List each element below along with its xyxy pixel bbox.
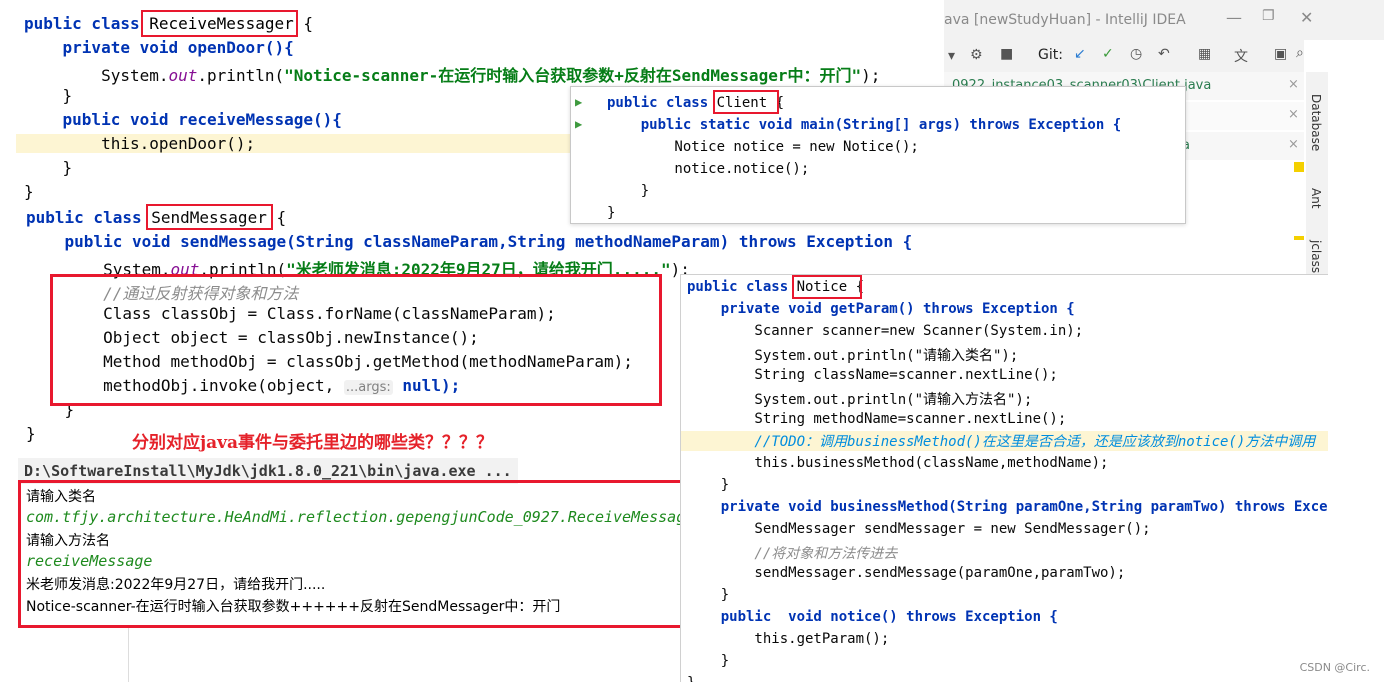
- project-structure-icon[interactable]: ▦: [1198, 46, 1211, 62]
- notice-highlight: [792, 275, 862, 299]
- database-tool[interactable]: Database: [1309, 94, 1323, 151]
- client-code: ▶ ▶ public class Client { public static …: [570, 86, 1186, 224]
- keyword: public class: [607, 95, 717, 111]
- send-messager-highlight: [146, 204, 273, 230]
- window-title: ava [newStudyHuan] - IntelliJ IDEA: [944, 12, 1186, 28]
- code-line: }: [687, 587, 730, 603]
- code-line: }: [687, 653, 730, 669]
- code-line: public static void main(String[] args) t…: [607, 117, 1122, 133]
- ide-title-bar: ava [newStudyHuan] - IntelliJ IDEA — ❐ ✕: [944, 0, 1384, 40]
- tab-close-icon[interactable]: ×: [1288, 137, 1299, 152]
- restore-icon[interactable]: ❐: [1262, 8, 1275, 24]
- code-line: }: [607, 183, 650, 199]
- code-line: }: [26, 424, 36, 443]
- code-line: SendMessager sendMessager = new SendMess…: [687, 521, 1151, 537]
- code-line: Notice notice = new Notice();: [607, 139, 919, 155]
- string-literal: "Notice-scanner-在运行时输入台获取参数+反射在SendMessa…: [284, 66, 862, 85]
- git-update-icon[interactable]: ↙: [1074, 46, 1086, 62]
- git-commit-icon[interactable]: ✓: [1102, 46, 1114, 62]
- ant-tool[interactable]: Ant: [1309, 188, 1323, 209]
- todo-comment-line: //TODO：调用businessMethod()在这里是否合适，还是应该放到n…: [681, 431, 1328, 451]
- receive-messager-highlight: [141, 10, 298, 37]
- java-command: D:\SoftwareInstall\MyJdk\jdk1.8.0_221\bi…: [24, 462, 512, 480]
- terminal-icon[interactable]: ▣: [1274, 46, 1287, 62]
- notice-code: public class Notice { private void getPa…: [680, 274, 1328, 682]
- build-icon[interactable]: ⚙: [970, 47, 983, 63]
- question-annotation: 分别对应java事件与委托里边的哪些类？？？？: [132, 433, 494, 453]
- code-text: );: [861, 66, 881, 85]
- warning-marker: [1294, 162, 1304, 172]
- history-icon[interactable]: ◷: [1130, 46, 1142, 62]
- code-line: this.businessMethod(className,methodName…: [687, 455, 1109, 471]
- run-icon[interactable]: ▶: [575, 95, 582, 109]
- run-icon[interactable]: ▶: [575, 117, 582, 131]
- code-line: notice.notice();: [607, 161, 810, 177]
- code-line: this.getParam();: [687, 631, 890, 647]
- tab-close-icon[interactable]: ×: [1288, 107, 1299, 122]
- keyword: public class: [26, 208, 152, 227]
- code-line: System.out.println("请输入方法名");: [687, 392, 1033, 408]
- code-line: private void getParam() throws Exception…: [687, 301, 1075, 317]
- code-line: String methodName=scanner.nextLine();: [687, 411, 1067, 427]
- code-line: public void notice() throws Exception {: [687, 609, 1058, 625]
- code-line: }: [687, 477, 730, 493]
- code-line: System.out.println("请输入类名");: [687, 348, 1019, 364]
- code-line: public void sendMessage(String className…: [26, 232, 913, 251]
- minimize-icon[interactable]: —: [1226, 8, 1242, 27]
- code-line: sendMessager.sendMessage(paramOne,paramT…: [687, 565, 1126, 581]
- code-line: public void receiveMessage(){: [24, 110, 342, 129]
- console-output-highlight: [18, 480, 686, 628]
- comment-line: //将对象和方法传进去: [687, 546, 898, 562]
- console-scroll-strip: [128, 628, 129, 682]
- right-tool-strip: Database Ant jclass: [1306, 72, 1328, 292]
- dropdown-icon[interactable]: ▾: [948, 48, 955, 64]
- code-line: }: [607, 205, 616, 221]
- git-label: Git:: [1038, 47, 1063, 63]
- code-line: System.out.println("Notice-scanner-在运行时输…: [24, 62, 880, 86]
- tab-close-icon[interactable]: ×: [1288, 77, 1299, 92]
- code-line: String className=scanner.nextLine();: [687, 367, 1058, 383]
- keyword: public class: [24, 14, 150, 33]
- code-line: }: [24, 182, 34, 201]
- code-line: Scanner scanner=new Scanner(System.in);: [687, 323, 1084, 339]
- translate-icon[interactable]: 文: [1234, 46, 1248, 66]
- code-text: .println(: [197, 66, 285, 85]
- code-line: }: [687, 675, 695, 682]
- rollback-icon[interactable]: ↶: [1158, 46, 1170, 62]
- keyword: public class: [687, 279, 797, 295]
- code-line: private void openDoor(){: [24, 38, 294, 57]
- jclass-tool[interactable]: jclass: [1309, 240, 1323, 273]
- stop-icon[interactable]: ■: [1000, 46, 1013, 62]
- search-icon[interactable]: ⌕: [1296, 45, 1304, 61]
- close-window-icon[interactable]: ✕: [1300, 8, 1313, 27]
- scroll-marker: [1294, 236, 1304, 240]
- code-line: private void businessMethod(String param…: [687, 499, 1328, 515]
- code-line: }: [24, 158, 73, 177]
- watermark: CSDN @Circ.: [1299, 661, 1370, 674]
- field-out: out: [168, 66, 198, 85]
- reflection-code-highlight: [50, 274, 662, 406]
- code-line: }: [24, 86, 73, 105]
- code-text: System.: [24, 66, 169, 85]
- client-highlight: [713, 90, 779, 114]
- ide-toolbar: ▾ ⚙ ■ Git: ↙ ✓ ◷ ↶ ▦ 文 ▣ ⌕: [944, 40, 1304, 72]
